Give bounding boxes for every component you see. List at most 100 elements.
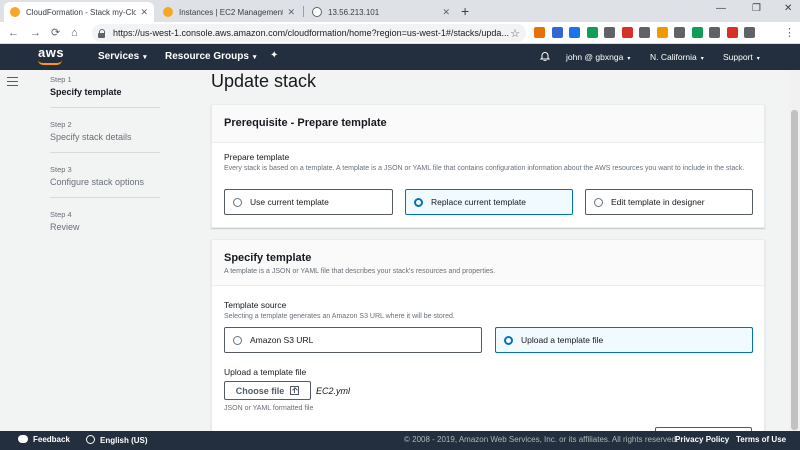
browser-extension-icon[interactable]: [639, 27, 650, 38]
language-selector[interactable]: English (US): [86, 435, 148, 445]
language-label: English (US): [100, 436, 148, 445]
panel-header: Specify template A template is a JSON or…: [212, 240, 764, 286]
services-menu[interactable]: Services ▾: [98, 51, 147, 62]
browser-extension-icon[interactable]: [551, 27, 563, 38]
new-tab-button[interactable]: +: [461, 3, 469, 19]
browser-extension-icon[interactable]: [656, 27, 668, 38]
specify-template-panel: Specify template A template is a JSON or…: [211, 239, 765, 439]
wizard-step-2: Step 2 Specify stack details: [50, 120, 132, 142]
aws-logo[interactable]: aws: [38, 46, 64, 59]
close-tab-icon[interactable]: ✕: [442, 7, 450, 18]
copyright-text: © 2008 - 2019, Amazon Web Services, Inc.…: [404, 435, 679, 444]
choose-file-button[interactable]: Choose file: [224, 381, 311, 400]
step-divider: [50, 197, 160, 198]
browser-tab-ec2[interactable]: Instances | EC2 Management Co... ✕: [157, 2, 301, 22]
browser-extension-icon[interactable]: [569, 27, 580, 38]
aws-top-nav: aws Services ▾ Resource Groups ▾ ✦ john @ …: [0, 44, 800, 70]
browser-extension-icon[interactable]: [726, 27, 738, 38]
globe-icon: [86, 435, 95, 444]
edit-template-in-designer-option[interactable]: Edit template in designer: [585, 189, 753, 215]
account-menu[interactable]: john @ gbxnga ▾: [566, 52, 630, 62]
bookmark-star-icon[interactable]: ☆: [510, 27, 520, 40]
step-number: Step 2: [50, 120, 72, 129]
resource-groups-label: Resource Groups: [165, 51, 249, 62]
chrome-menu-icon[interactable]: ⋮: [784, 26, 795, 40]
radio-button-selected[interactable]: [414, 197, 423, 207]
wizard-step-3: Step 3 Configure stack options: [50, 165, 144, 187]
tab-title: 13.56.213.101: [328, 7, 380, 17]
browser-extension-icon[interactable]: [744, 27, 755, 38]
reload-icon[interactable]: ⟳: [51, 26, 60, 40]
browser-extension-icon[interactable]: [691, 27, 703, 38]
support-menu[interactable]: Support ▾: [723, 52, 760, 62]
radio-button-selected[interactable]: [504, 335, 513, 345]
wizard-step-1[interactable]: Step 1 Specify template: [50, 75, 122, 97]
forward-icon[interactable]: →: [30, 26, 41, 40]
browser-extension-icon[interactable]: [534, 27, 545, 38]
use-current-template-option[interactable]: Use current template: [224, 189, 393, 215]
radio-button[interactable]: [594, 197, 603, 207]
close-tab-icon[interactable]: ✕: [287, 7, 295, 18]
panel-heading: Specify template: [224, 252, 312, 264]
chevron-down-icon: ▾: [756, 56, 760, 62]
notifications-bell-icon[interactable]: [540, 51, 550, 61]
browser-extension-icon[interactable]: [709, 27, 720, 38]
option-label: Edit template in designer: [611, 197, 705, 207]
feedback-label: Feedback: [33, 435, 70, 444]
region-menu[interactable]: N. California ▾: [650, 52, 704, 62]
feedback-link[interactable]: Feedback: [18, 435, 70, 444]
close-window-icon[interactable]: ✕: [784, 3, 792, 14]
replace-current-template-option[interactable]: Replace current template: [405, 189, 573, 215]
upload-icon: [290, 386, 300, 395]
feedback-chat-icon: [18, 435, 28, 443]
upload-template-label: Upload a template file: [224, 367, 307, 377]
choose-file-label: Choose file: [235, 385, 285, 396]
browser-extension-icon[interactable]: [604, 27, 615, 38]
chevron-down-icon: ▾: [143, 54, 147, 61]
file-format-hint: JSON or YAML formatted file: [224, 405, 314, 412]
address-bar[interactable]: https://us-west-1.console.aws.amazon.com…: [92, 24, 526, 42]
panel-heading: Prerequisite - Prepare template: [212, 105, 764, 143]
browser-tab-ip[interactable]: 13.56.213.101 ✕: [306, 2, 456, 22]
page-scrollbar[interactable]: [789, 70, 800, 431]
browser-extension-icon[interactable]: [674, 27, 685, 38]
home-icon[interactable]: ⌂: [71, 26, 78, 40]
aws-smile-logo-icon: [38, 60, 62, 65]
step-label: Configure stack options: [50, 177, 145, 187]
prerequisite-panel: Prerequisite - Prepare template Prepare …: [211, 104, 765, 228]
option-label: Amazon S3 URL: [250, 335, 314, 345]
tab-separator: [303, 6, 304, 17]
terms-of-use-link[interactable]: Terms of Use: [736, 435, 786, 444]
option-label: Use current template: [250, 197, 329, 207]
selected-filename: EC2.yml: [316, 386, 351, 396]
step-number: Step 3: [50, 165, 72, 174]
prepare-template-description: Every stack is based on a template. A te…: [224, 165, 745, 172]
chevron-down-icon: ▾: [700, 56, 704, 62]
browser-toolbar: ← → ⟳ ⌂ https://us-west-1.console.aws.am…: [0, 22, 800, 44]
privacy-policy-link[interactable]: Privacy Policy: [675, 435, 729, 444]
step-divider: [50, 152, 160, 153]
step-label: Review: [50, 222, 80, 232]
upload-template-file-option[interactable]: Upload a template file: [495, 327, 753, 353]
browser-tab-cloudformation[interactable]: CloudFormation - Stack my-Clo... ✕: [4, 2, 154, 22]
restore-icon[interactable]: ❐: [752, 3, 761, 14]
back-icon[interactable]: ←: [8, 26, 19, 40]
scrollbar-thumb[interactable]: [791, 110, 798, 430]
chevron-down-icon: ▾: [627, 56, 631, 62]
services-label: Services: [98, 51, 140, 62]
pin-icon[interactable]: ✦: [270, 50, 278, 61]
close-tab-icon[interactable]: ✕: [140, 7, 148, 18]
radio-button[interactable]: [233, 335, 242, 345]
radio-button[interactable]: [233, 197, 242, 207]
option-label: Upload a template file: [521, 335, 604, 345]
minimize-icon[interactable]: —: [716, 3, 726, 14]
browser-tab-strip: CloudFormation - Stack my-Clo... ✕ Insta…: [0, 0, 800, 22]
browser-extension-icon[interactable]: [621, 27, 633, 38]
resource-groups-menu[interactable]: Resource Groups ▾: [165, 51, 256, 62]
amazon-s3-url-option[interactable]: Amazon S3 URL: [224, 327, 482, 353]
prepare-template-label: Prepare template: [224, 152, 290, 162]
browser-extension-icon[interactable]: [586, 27, 598, 38]
page-title: Update stack: [211, 71, 317, 91]
hamburger-menu-icon[interactable]: [7, 77, 18, 86]
step-label: Specify template: [50, 87, 122, 97]
